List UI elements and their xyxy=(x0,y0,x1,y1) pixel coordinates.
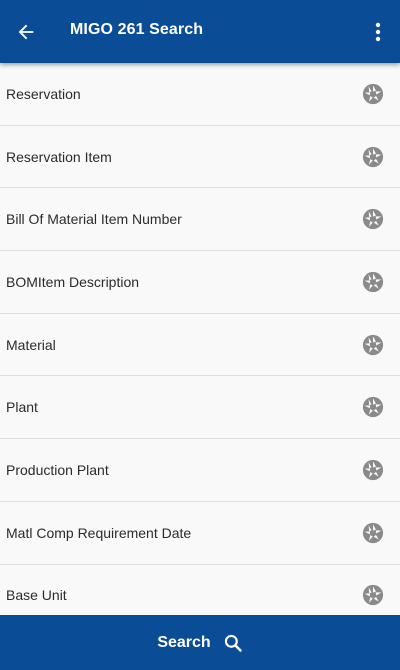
list-item-label: Reservation xyxy=(6,85,81,102)
camera-shutter-icon[interactable] xyxy=(362,271,384,293)
search-button[interactable]: Search xyxy=(0,615,400,670)
list-item-plant[interactable]: Plant xyxy=(0,376,400,440)
list-item-label: Production Plant xyxy=(6,461,109,478)
camera-shutter-icon[interactable] xyxy=(362,459,384,481)
list-item-label: Bill Of Material Item Number xyxy=(6,211,182,228)
list-item-matl-comp-requirement-date[interactable]: Matl Comp Requirement Date xyxy=(0,501,400,565)
app-screen: MIGO 261 Search Reservation Reservation … xyxy=(0,0,400,670)
camera-shutter-icon[interactable] xyxy=(362,584,384,606)
list-item-material[interactable]: Material xyxy=(0,313,400,377)
page-title: MIGO 261 Search xyxy=(70,21,204,38)
list-item-label: Reservation Item xyxy=(6,148,112,165)
camera-shutter-icon[interactable] xyxy=(362,83,384,105)
list-item-label: Material xyxy=(6,336,56,353)
back-button[interactable] xyxy=(8,14,44,50)
list-item-label: Plant xyxy=(6,399,38,416)
search-button-label: Search xyxy=(157,633,211,651)
list-item-bom-item-description[interactable]: BOMItem Description xyxy=(0,251,400,314)
camera-shutter-icon[interactable] xyxy=(362,522,384,544)
camera-shutter-icon[interactable] xyxy=(362,396,384,418)
arrow-left-icon xyxy=(18,24,34,40)
more-vertical-icon xyxy=(375,22,381,42)
search-icon xyxy=(224,634,242,652)
list-item-label: Matl Comp Requirement Date xyxy=(6,524,192,541)
list-item-bom-item-number[interactable]: Bill Of Material Item Number xyxy=(0,188,400,252)
list-item-label: Base Unit xyxy=(6,587,67,604)
list-item-reservation-item[interactable]: Reservation Item xyxy=(0,125,400,189)
camera-shutter-icon[interactable] xyxy=(362,334,384,356)
search-field-list: Reservation Reservation Item Bill Of Mat… xyxy=(0,63,400,615)
list-item-reservation[interactable]: Reservation xyxy=(0,63,400,126)
list-item-base-unit[interactable]: Base Unit xyxy=(0,564,400,615)
app-header: MIGO 261 Search xyxy=(0,0,400,63)
camera-shutter-icon[interactable] xyxy=(362,146,384,168)
list-item-production-plant[interactable]: Production Plant xyxy=(0,439,400,502)
camera-shutter-icon[interactable] xyxy=(362,208,384,230)
list-item-label: BOMItem Description xyxy=(6,273,140,290)
more-options-button[interactable] xyxy=(364,16,392,48)
